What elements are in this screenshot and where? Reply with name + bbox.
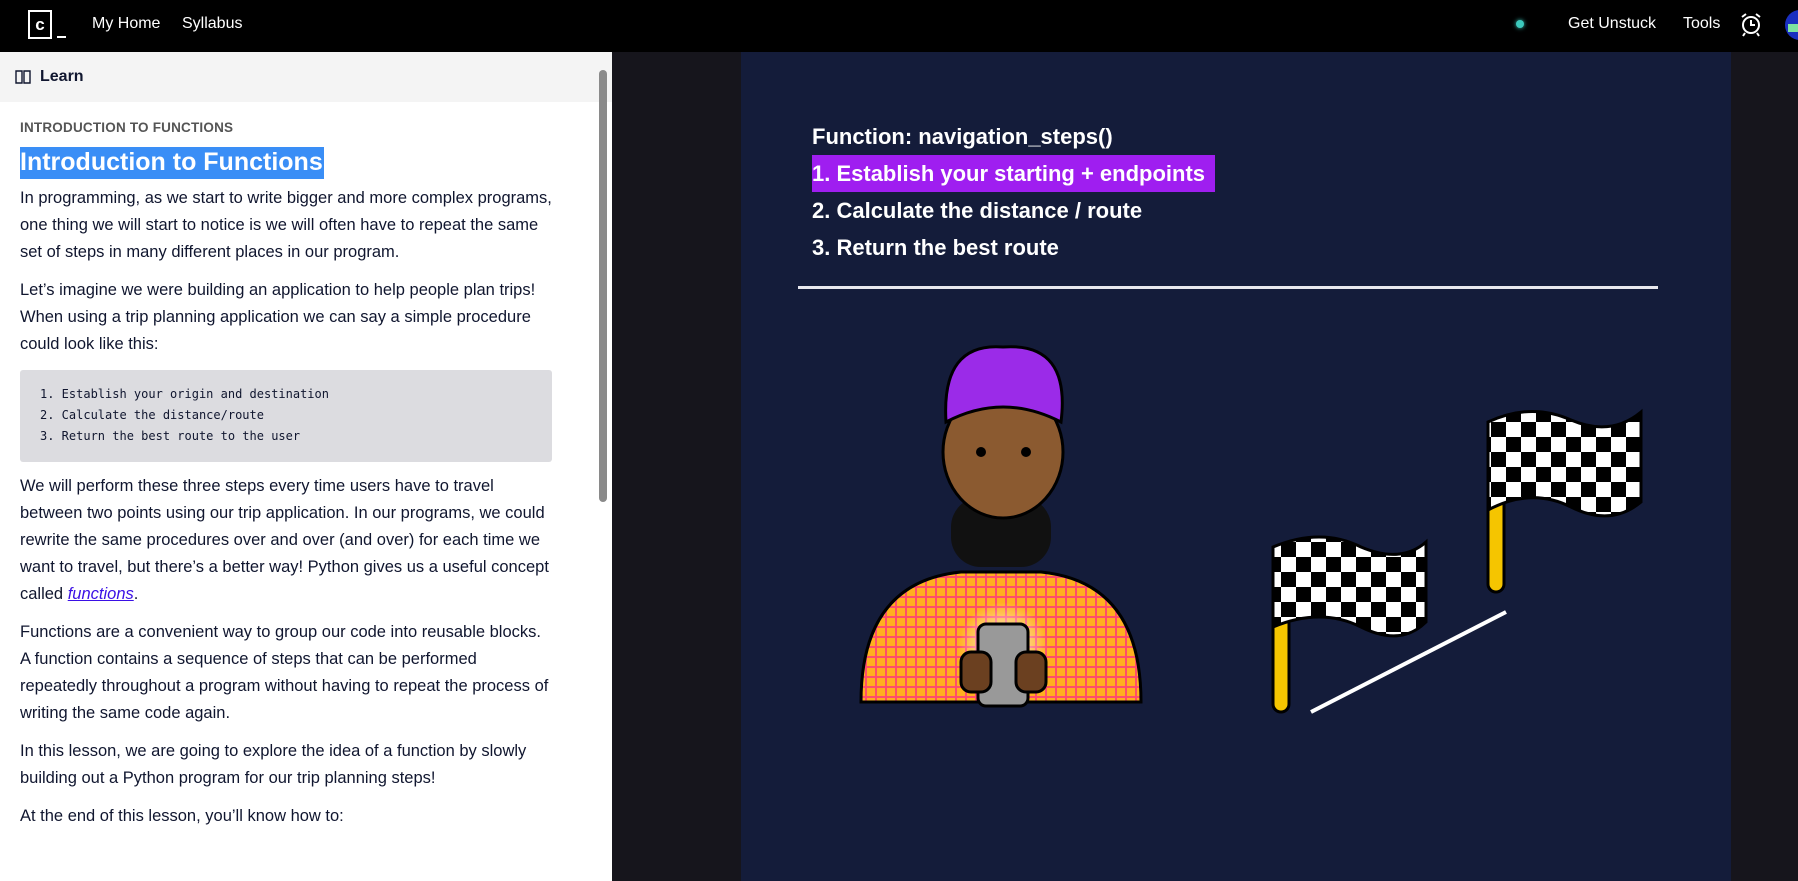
person-figure (859, 345, 1143, 708)
nav-syllabus[interactable]: Syllabus (182, 15, 242, 33)
tools-button[interactable]: Tools (1683, 15, 1720, 33)
step: 3. Return the best route (812, 235, 1059, 260)
lesson-panel: Learn INTRODUCTION TO FUNCTIONS Introduc… (0, 52, 612, 881)
step-highlighted: 1. Establish your starting + endpoints (812, 155, 1216, 192)
functions-link[interactable]: functions (68, 585, 134, 603)
scrollbar-thumb[interactable] (599, 70, 607, 502)
paragraph: At the end of this lesson, you’ll know h… (20, 807, 344, 825)
illustration-card: Function: navigation_steps() 1. Establis… (741, 52, 1731, 881)
alarm-clock-icon[interactable] (1739, 12, 1763, 38)
lesson-title: Introduction to Functions (20, 147, 324, 179)
checkered-flag-far (1486, 408, 1643, 594)
paragraph: In programming, as we start to write big… (20, 189, 552, 261)
get-unstuck-button[interactable]: Get Unstuck (1568, 15, 1656, 33)
top-navigation-bar: c My Home Syllabus Get Unstuck Tools (0, 0, 1798, 52)
paragraph: We will perform these three steps every … (20, 477, 549, 603)
illustration-pane: Function: navigation_steps() 1. Establis… (612, 52, 1798, 881)
traveler-illustration (859, 345, 1643, 714)
code-line: 2. Calculate the distance/route (40, 408, 264, 422)
step: 2. Calculate the distance / route (812, 198, 1143, 223)
divider (798, 286, 1658, 289)
book-icon (15, 70, 31, 84)
paragraph: In this lesson, we are going to explore … (20, 742, 527, 787)
lesson-eyebrow: INTRODUCTION TO FUNCTIONS (20, 120, 234, 135)
function-heading: Function: navigation_steps() (812, 124, 1113, 149)
learn-tab[interactable]: Learn (0, 52, 612, 102)
code-block: 1. Establish your origin and destination… (20, 370, 552, 462)
user-avatar[interactable] (1785, 10, 1798, 40)
paragraph: Let’s imagine we were building an applic… (20, 281, 536, 353)
codecademy-logo[interactable]: c (28, 10, 66, 40)
code-line: 3. Return the best route to the user (40, 429, 301, 443)
learn-tab-label: Learn (40, 68, 84, 85)
paragraph: Functions are a convenient way to group … (20, 623, 549, 722)
checkered-flag-near (1271, 535, 1428, 714)
function-steps: Function: navigation_steps() 1. Establis… (803, 118, 1216, 266)
code-line: 1. Establish your origin and destination (40, 387, 329, 401)
nav-my-home[interactable]: My Home (92, 15, 160, 33)
status-indicator-icon (1516, 20, 1524, 28)
